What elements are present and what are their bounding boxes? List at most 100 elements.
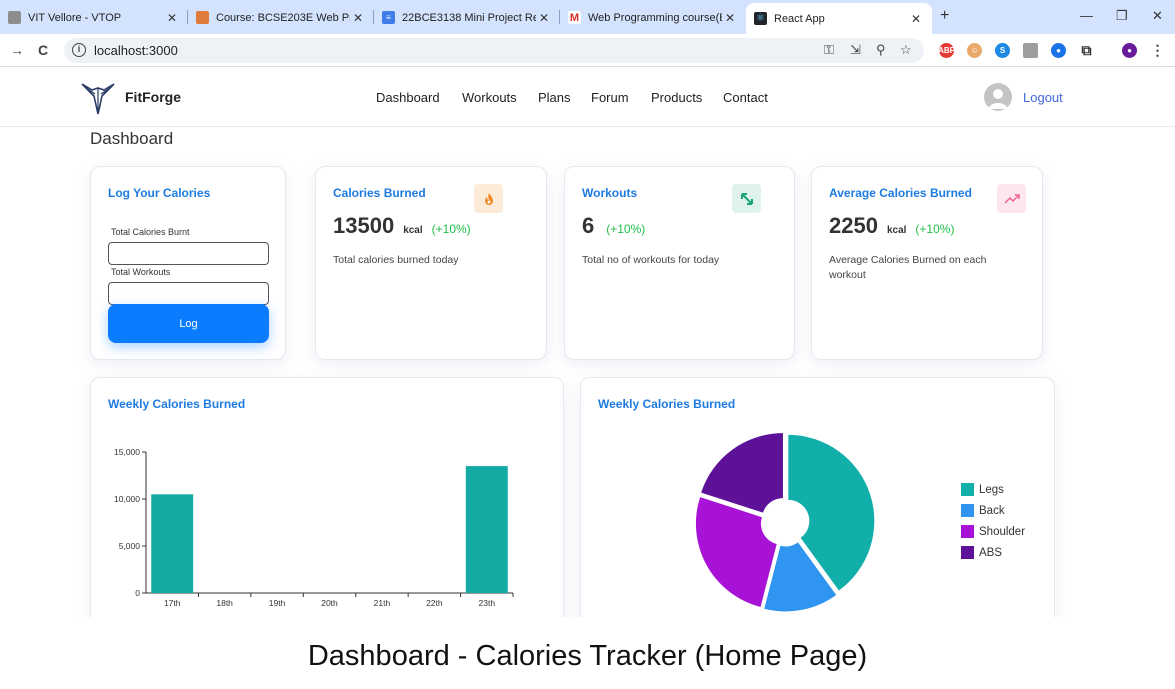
x-tick-label: 23th (479, 598, 496, 608)
face-extension-icon[interactable]: ☺ (967, 43, 982, 58)
minimize-icon[interactable]: — (1080, 8, 1093, 23)
close-window-icon[interactable]: ✕ (1152, 8, 1163, 24)
browser-tab[interactable]: M Web Programming course(BCS ✕ (568, 5, 738, 30)
stat-card-average: Average Calories Burned 2250 kcal (+10%)… (811, 166, 1043, 360)
site-favicon-icon (8, 11, 21, 24)
new-tab-button[interactable]: + (940, 7, 949, 25)
password-key-icon[interactable]: ⚿ (824, 42, 834, 58)
bookmark-star-icon[interactable]: ☆ (900, 42, 912, 58)
record-extension-icon[interactable]: ● (1051, 43, 1066, 58)
copy-extension-icon[interactable] (1023, 43, 1038, 58)
tab-title: Course: BCSE203E Web Progra (216, 11, 350, 24)
circle-extension-icon[interactable]: S (995, 43, 1010, 58)
legend-swatch (961, 504, 974, 517)
screenshot-root: VIT Vellore - VTOP ✕ Course: BCSE203E We… (0, 0, 1175, 689)
pie-slice-abs (701, 433, 783, 513)
stat-change: (+10%) (606, 222, 646, 236)
close-tab-icon[interactable]: ✕ (164, 11, 180, 25)
tab-title: React App (774, 12, 825, 25)
stat-unit: kcal (886, 225, 907, 236)
stat-change: (+10%) (915, 222, 955, 236)
browser-tab-active[interactable]: ⚛ React App ✕ (746, 3, 932, 34)
brand-name[interactable]: FitForge (125, 89, 181, 105)
legend-swatch (961, 546, 974, 559)
legend-item: Shoulder (961, 525, 1025, 538)
tab-title: VIT Vellore - VTOP (28, 11, 122, 24)
y-tick-label: 0 (135, 588, 140, 598)
nav-plans[interactable]: Plans (538, 90, 571, 105)
legend-item: Legs (961, 483, 1004, 496)
restore-icon[interactable]: ❐ (1116, 8, 1128, 24)
close-tab-icon[interactable]: ✕ (350, 11, 366, 25)
browser-tab[interactable]: Course: BCSE203E Web Progra ✕ (196, 5, 366, 30)
x-tick-label: 19th (269, 598, 286, 608)
stat-description: Total no of workouts for today (582, 254, 720, 266)
stat-description: Average Calories Burned on each workout (829, 254, 987, 281)
browser-tab-bar: VIT Vellore - VTOP ✕ Course: BCSE203E We… (0, 0, 1175, 34)
legend-item: Back (961, 504, 1005, 517)
pie-slice-shoulder (695, 497, 777, 607)
forward-icon[interactable]: → (10, 42, 24, 58)
nav-forum[interactable]: Forum (591, 90, 629, 105)
legend-label: Back (979, 504, 1005, 517)
expand-arrows-icon (732, 184, 761, 213)
moodle-favicon-icon (196, 11, 209, 24)
legend-swatch (961, 525, 974, 538)
site-info-icon[interactable]: i (72, 43, 86, 57)
total-workouts-input[interactable] (108, 282, 269, 305)
log-calories-card: Log Your Calories Total Calories Burnt T… (90, 166, 286, 360)
weekly-pie-chart-card: Weekly Calories Burned Legs Back Shoulder A… (580, 377, 1055, 637)
fitforge-logo-icon[interactable] (80, 80, 116, 116)
nav-products[interactable]: Products (651, 90, 702, 105)
bar-chart: 0 5,000 10,000 15,000 17th 18th 19th 20th 21th 22… (114, 447, 514, 608)
bar-17th (151, 494, 194, 593)
card-title: Workouts (582, 186, 638, 200)
page-title: Dashboard (90, 129, 174, 148)
stat-value-row: 13500 kcal (+10%) (333, 213, 471, 239)
close-tab-icon[interactable]: ✕ (536, 11, 552, 25)
tab-title: 22BCE3138 Mini Project Repor (402, 11, 536, 24)
close-tab-icon[interactable]: ✕ (722, 11, 738, 25)
legend-label: Shoulder (979, 525, 1026, 538)
stat-card-calories: Calories Burned 13500 kcal (+10%) Total … (315, 166, 547, 360)
stat-unit: kcal (403, 225, 423, 236)
gmail-favicon-icon: M (568, 11, 581, 24)
card-title: Calories Burned (333, 186, 426, 200)
zoom-icon[interactable]: ⚲ (876, 42, 886, 58)
url-text[interactable]: localhost:3000 (94, 43, 178, 58)
reload-icon[interactable]: C (38, 42, 48, 58)
nav-dashboard[interactable]: Dashboard (376, 90, 440, 105)
nav-workouts[interactable]: Workouts (462, 90, 517, 105)
log-button[interactable]: Log (108, 304, 269, 343)
calories-burnt-input[interactable] (108, 242, 269, 265)
weekly-bar-chart-card: Weekly Calories Burned 0 5,000 10,000 15,00… (90, 377, 564, 637)
browser-tab[interactable]: VIT Vellore - VTOP ✕ (8, 5, 180, 30)
extensions-puzzle-icon[interactable]: ⧉ (1079, 42, 1094, 58)
card-title: Average Calories Burned (829, 186, 972, 200)
bar-23th (465, 466, 508, 593)
app-header: FitForge Dashboard Workouts Plans Forum … (0, 68, 1175, 127)
adblock-extension-icon[interactable]: ABP (938, 43, 955, 58)
browser-tab[interactable]: ≡ 22BCE3138 Mini Project Repor ✕ (382, 5, 552, 30)
stat-value-row: 2250 kcal (+10%) (829, 213, 954, 239)
stat-description: Total calories burned today (333, 254, 459, 266)
x-tick-label: 22th (426, 598, 443, 608)
stat-number: 2250 (829, 213, 878, 238)
logout-link[interactable]: Logout (1023, 90, 1063, 105)
y-tick-label: 10,000 (114, 494, 140, 504)
card-title: Log Your Calories (108, 186, 211, 200)
workouts-field-label: Total Workouts (111, 267, 171, 277)
stat-number: 6 (582, 213, 595, 238)
omnibox[interactable]: i localhost:3000 ⚿ ⇲ ⚲ ☆ (64, 38, 924, 63)
profile-avatar-icon[interactable]: ● (1122, 43, 1137, 58)
pie-chart (695, 433, 875, 612)
close-tab-icon[interactable]: ✕ (908, 12, 924, 26)
legend-item: ABS (961, 546, 1002, 559)
x-tick-label: 20th (321, 598, 338, 608)
install-app-icon[interactable]: ⇲ (850, 42, 861, 58)
user-avatar-icon[interactable] (984, 83, 1012, 111)
tab-title: Web Programming course(BCS (588, 11, 722, 24)
stat-change: (+10%) (431, 222, 471, 236)
nav-contact[interactable]: Contact (723, 90, 768, 105)
browser-menu-icon[interactable]: ⋮ (1150, 42, 1165, 58)
